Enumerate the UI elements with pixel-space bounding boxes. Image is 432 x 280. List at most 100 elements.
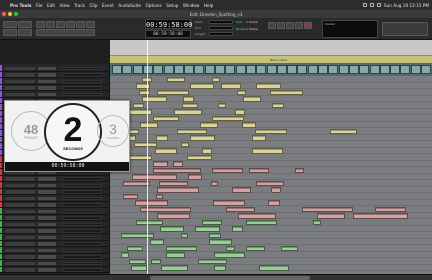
audio-clip[interactable] [375, 206, 407, 212]
audio-clip[interactable] [136, 83, 151, 89]
track-name-field[interactable] [5, 73, 35, 77]
audio-clip[interactable] [158, 180, 189, 186]
audio-clip[interactable] [187, 154, 212, 160]
rewind-button[interactable] [268, 22, 276, 29]
track-name-field[interactable] [5, 209, 35, 213]
audio-clip[interactable] [212, 200, 246, 206]
fast-forward-button[interactable] [277, 22, 285, 29]
track-solo-mute-buttons[interactable] [38, 66, 56, 70]
track-name-field[interactable] [5, 268, 35, 272]
edit-mode-spot-button[interactable] [3, 29, 17, 36]
audio-clip[interactable] [189, 83, 214, 89]
audio-clip[interactable] [313, 219, 321, 225]
track-solo-mute-buttons[interactable] [38, 73, 56, 77]
audio-clip[interactable] [120, 232, 154, 238]
track-name-field[interactable] [5, 216, 35, 220]
audio-clip[interactable] [122, 193, 139, 199]
track-solo-mute-buttons[interactable] [38, 216, 56, 220]
audio-clip[interactable] [177, 128, 208, 134]
audio-clip[interactable] [225, 206, 255, 212]
menubar-clock[interactable]: Sun Aug 10 12:15 PM [384, 3, 429, 8]
audio-clip[interactable] [211, 76, 221, 82]
play-button[interactable] [295, 22, 303, 29]
track-solo-mute-buttons[interactable] [38, 190, 56, 194]
audio-clip[interactable] [201, 219, 222, 225]
audio-clip[interactable] [183, 96, 195, 102]
record-button[interactable] [304, 22, 312, 29]
audio-clip[interactable] [157, 187, 200, 193]
audio-clip[interactable] [133, 102, 144, 108]
menu-setup[interactable]: Setup [166, 3, 178, 8]
audio-clip[interactable] [245, 219, 277, 225]
audio-clip[interactable] [280, 245, 298, 251]
video-track-thumbnails[interactable] [110, 64, 432, 76]
track-name-field[interactable] [5, 203, 35, 207]
audio-clip[interactable] [211, 167, 243, 173]
audio-clip[interactable] [211, 180, 218, 186]
edit-mode-slip-button[interactable] [18, 21, 32, 28]
audio-clip[interactable] [166, 76, 186, 82]
audio-clip[interactable] [269, 89, 303, 95]
audio-clip[interactable] [254, 128, 287, 134]
track-solo-mute-buttons[interactable] [38, 242, 56, 246]
audio-clip[interactable] [213, 265, 227, 271]
track-name-field[interactable] [5, 255, 35, 259]
track-header[interactable] [0, 266, 110, 273]
audio-clip[interactable] [128, 258, 146, 264]
sub-counter[interactable]: 00:59:58:00 [145, 30, 191, 38]
start-field[interactable] [209, 20, 233, 24]
track-solo-mute-buttons[interactable] [38, 79, 56, 83]
menu-track[interactable]: Track [74, 3, 85, 8]
track-name-field[interactable] [5, 261, 35, 265]
menu-window[interactable]: Window [183, 3, 200, 8]
audio-clip[interactable] [213, 252, 246, 258]
audio-clip[interactable] [155, 193, 164, 199]
menu-help[interactable]: Help [204, 3, 214, 8]
menu-audiosuite[interactable]: AudioSuite [118, 3, 141, 8]
track-solo-mute-buttons[interactable] [38, 196, 56, 200]
audio-clip[interactable] [238, 213, 277, 219]
audio-clip[interactable] [135, 219, 163, 225]
audio-clip[interactable] [161, 265, 188, 271]
track-name-field[interactable] [5, 177, 35, 181]
track-solo-mute-buttons[interactable] [38, 229, 56, 233]
audio-clip[interactable] [255, 180, 285, 186]
track-name-field[interactable] [5, 92, 35, 96]
audio-clip[interactable] [173, 161, 184, 167]
audio-clip[interactable] [189, 135, 216, 141]
audio-clip[interactable] [187, 174, 202, 180]
audio-clip[interactable] [154, 148, 178, 154]
track-solo-mute-buttons[interactable] [38, 92, 56, 96]
audio-clip[interactable] [352, 213, 408, 219]
track-name-field[interactable] [5, 190, 35, 194]
tracks-area[interactable] [110, 76, 432, 274]
audio-clip[interactable] [317, 213, 346, 219]
audio-clip[interactable] [134, 141, 157, 147]
audio-clip[interactable] [131, 265, 147, 271]
audio-clip[interactable] [156, 89, 189, 95]
wifi-icon[interactable] [369, 3, 374, 7]
track-name-field[interactable] [5, 242, 35, 246]
audio-clip[interactable] [156, 135, 169, 141]
audio-clip[interactable] [139, 122, 159, 128]
track-solo-mute-buttons[interactable] [38, 183, 56, 187]
audio-clip[interactable] [165, 245, 197, 251]
nudge-value[interactable]: 1 frame [246, 27, 258, 31]
end-field[interactable] [209, 26, 233, 30]
audio-clip[interactable] [202, 148, 212, 154]
edit-mode-shuffle-button[interactable] [3, 21, 17, 28]
length-field[interactable] [209, 32, 233, 36]
menu-clip[interactable]: Clip [89, 3, 97, 8]
audio-clip[interactable] [245, 245, 266, 251]
audio-clip[interactable] [156, 213, 190, 219]
track-name-field[interactable] [5, 66, 35, 70]
audio-clip[interactable] [180, 232, 188, 238]
audio-clip[interactable] [251, 148, 283, 154]
audio-clip[interactable] [121, 252, 129, 258]
audio-clip[interactable] [199, 122, 219, 128]
audio-clip[interactable] [231, 187, 252, 193]
audio-clip[interactable] [135, 200, 169, 206]
audio-clip[interactable] [271, 102, 285, 108]
edit-mode-grid-button[interactable] [18, 29, 32, 36]
track-name-field[interactable] [5, 222, 35, 226]
